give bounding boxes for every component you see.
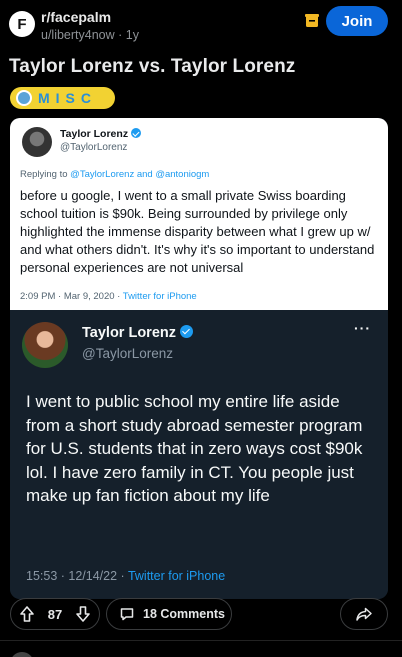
flair-icon xyxy=(16,90,32,106)
save-icon[interactable] xyxy=(303,12,321,30)
post-author-meta[interactable]: u/liberty4now · 1y xyxy=(41,28,139,42)
upvote-icon[interactable] xyxy=(19,605,35,623)
vote-count: 87 xyxy=(47,606,63,622)
flair-label: MISC xyxy=(38,90,97,106)
reply-prefix: Replying to xyxy=(20,169,68,180)
tweet-author-name-text: Taylor Lorenz xyxy=(82,325,176,341)
post-header: F r/facepalm u/liberty4now · 1y Join xyxy=(0,0,402,50)
post-flair[interactable]: MISC xyxy=(10,87,115,109)
tweet-timestamp: 15:53 · 12/14/22 · xyxy=(26,569,125,583)
share-button[interactable] xyxy=(340,598,388,630)
tweet-timestamp: 2:09 PM · Mar 9, 2020 · xyxy=(20,291,121,302)
tweet-top: Taylor Lorenz @TaylorLorenz Replying to … xyxy=(10,118,388,310)
comments-label: 18 Comments xyxy=(143,607,225,621)
subreddit-name[interactable]: r/facepalm xyxy=(41,9,111,25)
tweet-text: before u google, I went to a small priva… xyxy=(20,188,375,275)
comments-button[interactable]: 18 Comments xyxy=(106,598,232,630)
tweet-author-name: Taylor Lorenz xyxy=(60,128,142,140)
next-post-avatar xyxy=(10,652,34,657)
join-button[interactable]: Join xyxy=(326,6,388,36)
verified-badge-icon xyxy=(180,325,193,338)
tweet-author-handle: @TaylorLorenz xyxy=(82,346,173,361)
divider xyxy=(0,640,402,641)
share-icon xyxy=(356,607,372,621)
comment-icon xyxy=(120,608,134,621)
tweet-bottom: Taylor Lorenz @TaylorLorenz ··· I went t… xyxy=(10,310,388,599)
tweet-source: Twitter for iPhone xyxy=(127,569,226,583)
verified-badge-icon xyxy=(131,128,142,138)
post-title[interactable]: Taylor Lorenz vs. Taylor Lorenz xyxy=(9,56,295,78)
more-options-icon: ··· xyxy=(354,320,371,336)
tweet-author-name: Taylor Lorenz xyxy=(82,325,193,341)
reply-to-handles: @TaylorLorenz and @antoniogm xyxy=(70,169,210,180)
subreddit-avatar[interactable]: F xyxy=(9,11,35,37)
downvote-icon[interactable] xyxy=(75,605,91,623)
tweet-meta: 2:09 PM · Mar 9, 2020 · Twitter for iPho… xyxy=(20,291,197,302)
avatar xyxy=(22,322,68,368)
vote-control: 87 xyxy=(10,598,100,630)
next-post-peek xyxy=(0,645,402,657)
tweet-source: Twitter for iPhone xyxy=(122,291,197,302)
post-image[interactable]: Taylor Lorenz @TaylorLorenz Replying to … xyxy=(10,118,388,599)
tweet-text: I went to public school my entire life a… xyxy=(26,392,363,505)
tweet-meta: 15:53 · 12/14/22 · Twitter for iPhone xyxy=(26,569,225,583)
tweet-author-name-text: Taylor Lorenz xyxy=(60,128,129,140)
tweet-reply-line: Replying to @TaylorLorenz and @antoniogm xyxy=(20,169,209,180)
avatar xyxy=(22,127,52,157)
tweet-author-handle: @TaylorLorenz xyxy=(60,142,128,153)
subreddit-avatar-letter: F xyxy=(17,15,27,33)
post-action-bar: 87 18 Comments xyxy=(0,596,402,634)
